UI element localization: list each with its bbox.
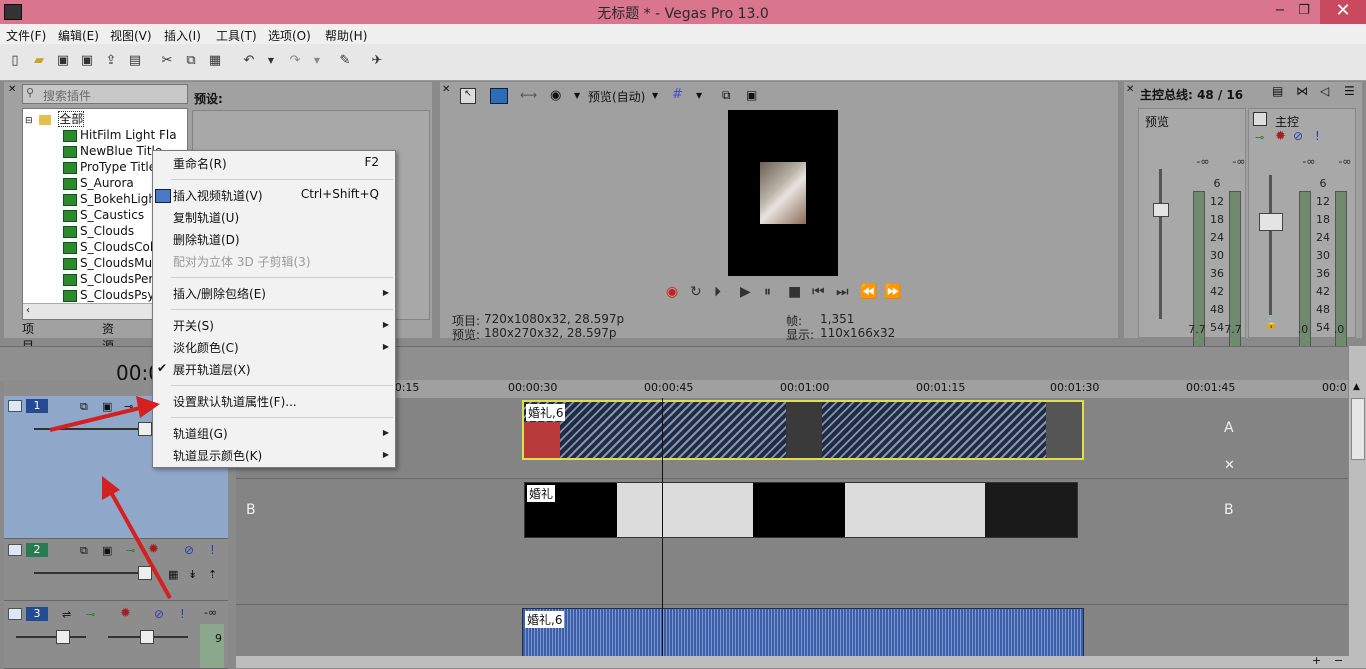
annotation-arrows xyxy=(49,396,172,599)
annotation-arrow xyxy=(102,476,172,599)
